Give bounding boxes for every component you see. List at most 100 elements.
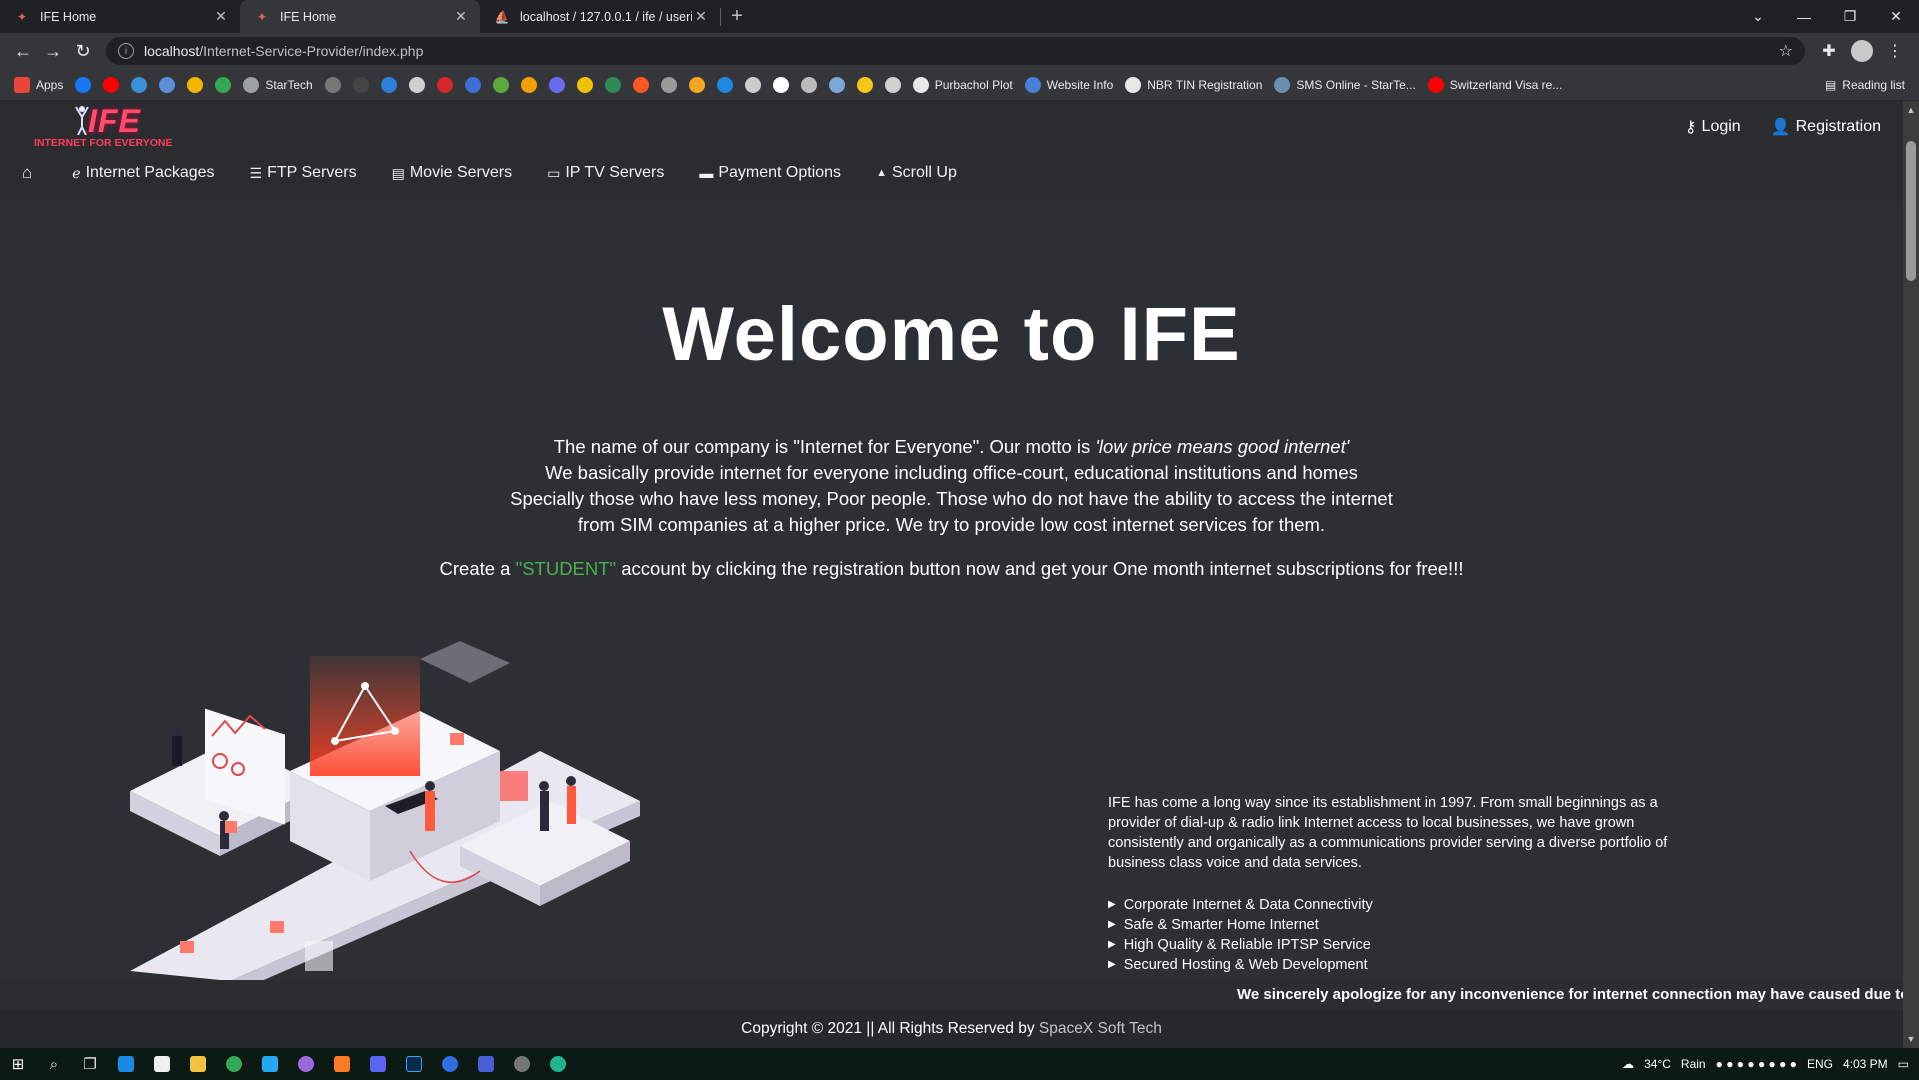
file-explorer-icon[interactable] <box>180 1048 216 1080</box>
browser-tab[interactable]: ⛵ localhost / 127.0.0.1 / ife / userin ✕ <box>480 0 720 33</box>
bookmark-item[interactable] <box>347 73 375 97</box>
bookmark-item[interactable] <box>795 73 823 97</box>
bookmark-item[interactable]: Apps <box>8 73 69 97</box>
bookmark-item[interactable] <box>125 73 153 97</box>
nav-scroll-up[interactable]: ▲ Scroll Up <box>876 164 957 182</box>
bookmark-item[interactable] <box>97 73 125 97</box>
bookmark-item[interactable]: Website Info <box>1019 73 1119 97</box>
app-icon[interactable] <box>288 1048 324 1080</box>
store-icon[interactable] <box>144 1048 180 1080</box>
tray-icons[interactable]: ● ● ● ● ● ● ● ● <box>1716 1057 1797 1071</box>
nav-ftp-servers[interactable]: ☰ FTP Servers <box>250 164 357 182</box>
app-icon[interactable] <box>504 1048 540 1080</box>
search-icon[interactable]: ⌕ <box>36 1048 72 1080</box>
edge-icon[interactable] <box>540 1048 576 1080</box>
task-view-icon[interactable]: ❐ <box>72 1048 108 1080</box>
bookmark-item[interactable] <box>543 73 571 97</box>
bookmark-item[interactable] <box>655 73 683 97</box>
footer-brand-link[interactable]: SpaceX Soft Tech <box>1039 1020 1162 1037</box>
new-tab-button[interactable]: + <box>721 0 753 33</box>
bookmark-item[interactable] <box>319 73 347 97</box>
app-icon[interactable] <box>108 1048 144 1080</box>
close-tab-icon[interactable]: ✕ <box>452 8 470 25</box>
nav-movie-servers[interactable]: ▤ Movie Servers <box>392 164 512 182</box>
bookmark-item[interactable]: StarTech <box>237 73 318 97</box>
bookmark-item[interactable] <box>823 73 851 97</box>
browser-menu-icon[interactable]: ⋮ <box>1879 41 1911 61</box>
bookmark-item[interactable] <box>599 73 627 97</box>
forward-button[interactable]: → <box>38 36 68 66</box>
bookmark-item[interactable] <box>153 73 181 97</box>
scroll-up-arrow-icon[interactable]: ▲ <box>1903 105 1919 115</box>
bookmark-item[interactable] <box>403 73 431 97</box>
bookmark-favicon-icon <box>243 76 260 93</box>
bookmark-item[interactable] <box>515 73 543 97</box>
app-icon[interactable] <box>432 1048 468 1080</box>
notification-icon[interactable]: ▭ <box>1898 1057 1909 1071</box>
close-window-button[interactable]: ✕ <box>1873 8 1919 25</box>
bookmark-item[interactable] <box>181 73 209 97</box>
bookmark-item[interactable] <box>739 73 767 97</box>
bookmark-star-icon[interactable]: ☆ <box>1779 41 1793 61</box>
bookmark-item[interactable] <box>851 73 879 97</box>
bookmark-item[interactable] <box>431 73 459 97</box>
close-tab-icon[interactable]: ✕ <box>212 8 230 25</box>
minimize-button[interactable]: — <box>1781 9 1827 25</box>
phpmyadmin-favicon-icon: ⛵ <box>494 9 510 24</box>
profile-avatar[interactable] <box>1851 40 1873 62</box>
restore-button[interactable]: ❐ <box>1827 8 1873 25</box>
weather-desc[interactable]: Rain <box>1681 1057 1706 1071</box>
close-tab-icon[interactable]: ✕ <box>692 8 710 25</box>
nav-ip-tv-servers[interactable]: ▭ IP TV Servers <box>547 164 664 182</box>
reload-button[interactable]: ↻ <box>68 36 98 66</box>
app-icon[interactable] <box>468 1048 504 1080</box>
ife-logo[interactable]: IFE INTERNET FOR EVERYONE <box>30 103 173 151</box>
site-info-icon[interactable]: i <box>118 43 134 59</box>
bookmark-item[interactable] <box>375 73 403 97</box>
windows-start-icon[interactable]: ⊞ <box>0 1048 36 1080</box>
tab-search-icon[interactable]: ⌄ <box>1735 8 1781 25</box>
address-bar[interactable]: i localhost/Internet-Service-Provider/in… <box>106 37 1805 65</box>
login-link[interactable]: ⚷ Login <box>1685 117 1741 137</box>
discord-icon[interactable] <box>360 1048 396 1080</box>
ife-favicon-icon: ✦ <box>256 9 268 24</box>
weather-temp[interactable]: 34°C <box>1644 1057 1671 1071</box>
browser-tab[interactable]: ✦ IFE Home ✕ <box>0 0 240 33</box>
chrome-icon[interactable] <box>216 1048 252 1080</box>
bookmark-item[interactable] <box>459 73 487 97</box>
scrollbar-thumb[interactable] <box>1906 141 1916 281</box>
photoshop-icon[interactable] <box>396 1048 432 1080</box>
bookmark-favicon-icon <box>800 76 817 93</box>
bookmark-item[interactable]: SMS Online - StarTe... <box>1268 73 1421 97</box>
nav-home[interactable]: ⌂ <box>22 163 37 183</box>
tab-title: IFE Home <box>40 9 97 24</box>
bookmark-item[interactable] <box>711 73 739 97</box>
bookmark-item[interactable] <box>487 73 515 97</box>
browser-tab-active[interactable]: ✦ IFE Home ✕ <box>240 0 480 33</box>
bookmark-item[interactable] <box>627 73 655 97</box>
reading-list-button[interactable]: ▤ Reading list <box>1825 78 1911 92</box>
bookmark-item[interactable] <box>879 73 907 97</box>
ie-icon: ℯ <box>72 164 81 181</box>
registration-link[interactable]: 👤 Registration <box>1771 117 1881 137</box>
bookmark-item[interactable] <box>767 73 795 97</box>
bookmark-item[interactable]: Purbachol Plot <box>907 73 1019 97</box>
bookmark-item[interactable] <box>209 73 237 97</box>
bookmark-item[interactable] <box>571 73 599 97</box>
bookmark-item[interactable] <box>69 73 97 97</box>
logo-subtitle: INTERNET FOR EVERYONE <box>34 137 173 149</box>
bookmark-item[interactable]: NBR TIN Registration <box>1119 73 1268 97</box>
vscode-icon[interactable] <box>252 1048 288 1080</box>
extensions-icon[interactable]: ✚ <box>1813 41 1845 61</box>
xampp-icon[interactable] <box>324 1048 360 1080</box>
nav-internet-packages[interactable]: ℯ Internet Packages <box>72 164 214 182</box>
nav-payment-options[interactable]: ▬ Payment Options <box>699 164 841 182</box>
scroll-down-arrow-icon[interactable]: ▼ <box>1903 1034 1919 1044</box>
bookmark-item[interactable] <box>683 73 711 97</box>
weather-icon[interactable]: ☁ <box>1622 1057 1634 1071</box>
page-scrollbar[interactable]: ▲ ▼ <box>1903 101 1919 1048</box>
back-button[interactable]: ← <box>8 36 38 66</box>
language-indicator[interactable]: ENG <box>1807 1057 1833 1071</box>
bookmark-item[interactable]: Switzerland Visa re... <box>1422 73 1569 97</box>
clock[interactable]: 4:03 PM <box>1843 1057 1888 1071</box>
